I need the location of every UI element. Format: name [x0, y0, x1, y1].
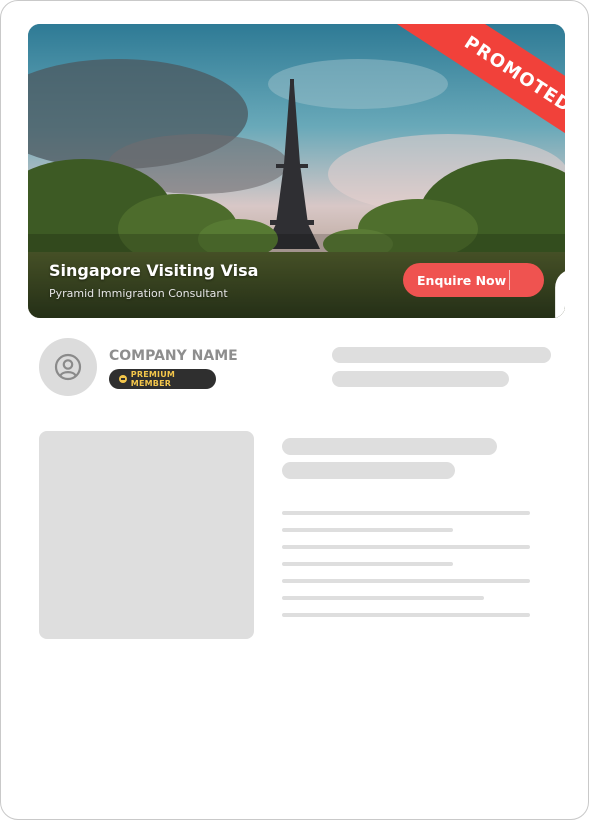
skeleton-heading	[282, 462, 455, 479]
skeleton-heading	[282, 438, 497, 455]
skeleton-line	[282, 562, 453, 566]
premium-member-badge: PREMIUM MEMBER	[109, 369, 216, 389]
placeholder-thumbnail	[39, 431, 254, 639]
premium-icon	[119, 375, 127, 383]
banner-image[interactable]: PROMOTED Singapore Visiting Visa Pyramid…	[28, 24, 565, 318]
listing-card: PROMOTED Singapore Visiting Visa Pyramid…	[0, 0, 589, 820]
listing-subtitle: Pyramid Immigration Consultant	[49, 287, 228, 300]
premium-label: PREMIUM MEMBER	[130, 370, 176, 388]
skeleton-line	[282, 596, 484, 600]
company-avatar[interactable]	[39, 338, 97, 396]
skeleton-line	[282, 613, 530, 617]
bookmark-icon[interactable]	[510, 263, 565, 318]
company-name[interactable]: COMPANY NAME	[109, 348, 238, 364]
skeleton-bar	[332, 371, 509, 387]
skeleton-line	[282, 511, 530, 515]
skeleton-line	[282, 545, 530, 549]
skeleton-line	[282, 579, 530, 583]
skeleton-line	[282, 528, 453, 532]
skeleton-bar	[332, 347, 551, 363]
user-circle-icon	[54, 353, 82, 381]
listing-title[interactable]: Singapore Visiting Visa	[49, 261, 258, 280]
enquire-now-button[interactable]: Enquire Now	[403, 263, 565, 318]
